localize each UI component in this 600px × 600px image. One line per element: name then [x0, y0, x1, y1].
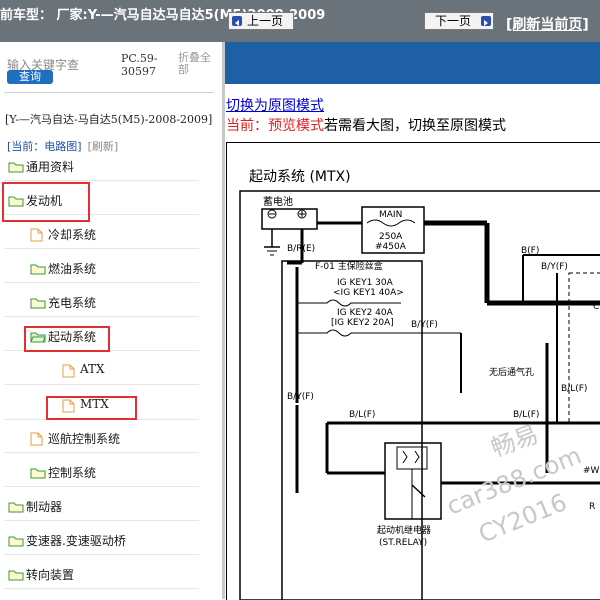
wire-by-f-mid: B/Y(F) — [411, 320, 438, 330]
main-fuse-label: MAIN — [379, 210, 402, 220]
next-page-button[interactable]: 下一页 — [424, 12, 494, 30]
prev-page-label: 上一页 — [247, 14, 284, 28]
ig-key2: IG KEY2 40A — [337, 308, 394, 318]
pc-code: PC.59-30597 — [121, 52, 158, 78]
tree-item-label: 冷却系统 — [48, 228, 97, 242]
wire-by-f-left: B/Y(F) — [287, 392, 314, 402]
ig-key1b: <IG KEY1 40A> — [333, 288, 404, 298]
page-icon — [30, 228, 43, 245]
wire-right-c: C — [593, 302, 599, 312]
wire-bl-f-right2: B/L(F) — [513, 410, 539, 420]
divider-line — [4, 92, 214, 93]
tree-item-label: 通用资料 — [26, 160, 75, 174]
tree-item-label: 制动器 — [26, 500, 63, 514]
relay-switch-icon — [411, 484, 426, 498]
tree-separator — [4, 520, 199, 521]
wire-bl-f-right: B/L(F) — [561, 384, 587, 394]
prev-page-button[interactable]: 上一页 — [228, 12, 294, 30]
preview-mode-line: 当前：预览模式若需看大图，切换至原图模式 — [226, 115, 506, 135]
switch-original-mode-link[interactable]: 切换为原图模式 — [226, 95, 324, 115]
wire-right-w: #W — [583, 466, 600, 476]
tree-item[interactable]: 转向装置 — [0, 565, 220, 585]
next-page-label: 下一页 — [435, 14, 472, 28]
wire-by-f-top: B/Y(F) — [541, 262, 568, 272]
ig-key1: IG KEY1 30A — [337, 278, 394, 288]
current-mode-value: 预览模式 — [268, 118, 324, 134]
tree-item-label: 充电系统 — [48, 296, 97, 310]
tree-separator — [4, 180, 199, 181]
starter-relay-box — [384, 442, 442, 520]
tree-separator — [4, 384, 199, 385]
tree-item[interactable]: 制动器 — [0, 497, 220, 517]
refresh-tree-link[interactable]: [刷新] — [88, 140, 119, 153]
tree-item[interactable]: 充电系统 — [0, 293, 220, 313]
collapse-all-link[interactable]: 折叠全部 — [178, 52, 218, 76]
tree-item-label: 控制系统 — [48, 466, 97, 480]
tree-separator — [4, 588, 199, 589]
wiring-diagram-svg: 起动系统 (MTX) 蓄电池 MAIN 250A #450A B/R(E) B(… — [239, 169, 600, 600]
current-mode-prefix: 当前： — [226, 118, 268, 134]
highlight-box — [2, 182, 90, 222]
wire-bl-f-mid: B/L(F) — [349, 410, 375, 420]
ig-key2b: [IG KEY2 20A] — [331, 318, 394, 328]
current-location: [当前：电路图] [刷新] — [7, 138, 118, 154]
no-vent-label: 无后通气孔 — [489, 366, 534, 378]
highlight-box — [46, 396, 137, 420]
tree-separator — [4, 554, 199, 555]
tree-item-label: 燃油系统 — [48, 262, 97, 276]
tree-separator — [4, 452, 199, 453]
panel-splitter[interactable] — [222, 42, 225, 599]
page-icon — [30, 432, 43, 449]
tree-item[interactable]: 变速器.变速驱动桥 — [0, 531, 220, 551]
highlight-box — [24, 326, 110, 352]
folder-icon — [8, 500, 24, 516]
page-icon — [62, 364, 75, 381]
folder-icon — [8, 568, 24, 584]
tree-item[interactable]: 巡航控制系统 — [0, 429, 220, 449]
wire-br-e: B/R(E) — [287, 244, 315, 254]
battery-icon — [261, 208, 318, 230]
relay-code: (ST.RELAY) — [379, 538, 427, 548]
tree-item-label: 转向装置 — [26, 568, 75, 582]
folder-icon — [30, 466, 46, 482]
folder-icon — [30, 296, 46, 312]
wire-right-r: R — [589, 502, 595, 512]
relay-label: 起动机继电器 — [377, 524, 431, 536]
right-module-dashed — [568, 272, 600, 424]
tree-separator — [4, 486, 199, 487]
tree-item-label: 变速器.变速驱动桥 — [26, 534, 126, 548]
tree-item-label: 巡航控制系统 — [48, 432, 121, 446]
tree-item[interactable]: ATX — [0, 361, 220, 381]
tree-item[interactable]: 燃油系统 — [0, 259, 220, 279]
tree-item[interactable]: 控制系统 — [0, 463, 220, 483]
wiring-diagram: 起动系统 (MTX) 蓄电池 MAIN 250A #450A B/R(E) B(… — [226, 142, 600, 600]
folder-icon — [8, 160, 24, 176]
main-fuse-rating2: #450A — [375, 242, 407, 252]
tree-item-label: ATX — [80, 362, 105, 376]
tree-separator — [4, 282, 199, 283]
page-nav-bar — [225, 42, 600, 84]
mode-hint: 若需看大图，切换至原图模式 — [324, 118, 506, 134]
tree-item[interactable]: 通用资料 — [0, 157, 220, 177]
tree-item[interactable]: 冷却系统 — [0, 225, 220, 245]
fuse-box-label: F-01 主保险丝盒 — [315, 260, 383, 272]
current-label: [当前： — [7, 140, 45, 153]
search-button[interactable]: 查询 — [7, 70, 53, 84]
watermark-1: 畅易 — [487, 420, 542, 463]
folder-icon — [30, 262, 46, 278]
folder-icon — [8, 534, 24, 550]
arrow-right-icon — [481, 16, 491, 26]
refresh-page-link[interactable]: [刷新当前页] — [506, 14, 589, 34]
tree-separator — [4, 316, 199, 317]
car-info: [Y-—汽马自达-马自达5(M5)-2008-2009] — [5, 113, 213, 126]
arrow-left-icon — [232, 16, 242, 26]
main-fuse-rating: 250A — [379, 232, 403, 242]
battery-label: 蓄电池 — [263, 195, 293, 208]
current-value[interactable]: 电路图] — [44, 140, 81, 153]
tree-separator — [4, 248, 199, 249]
diagram-title: 起动系统 (MTX) — [249, 169, 351, 185]
